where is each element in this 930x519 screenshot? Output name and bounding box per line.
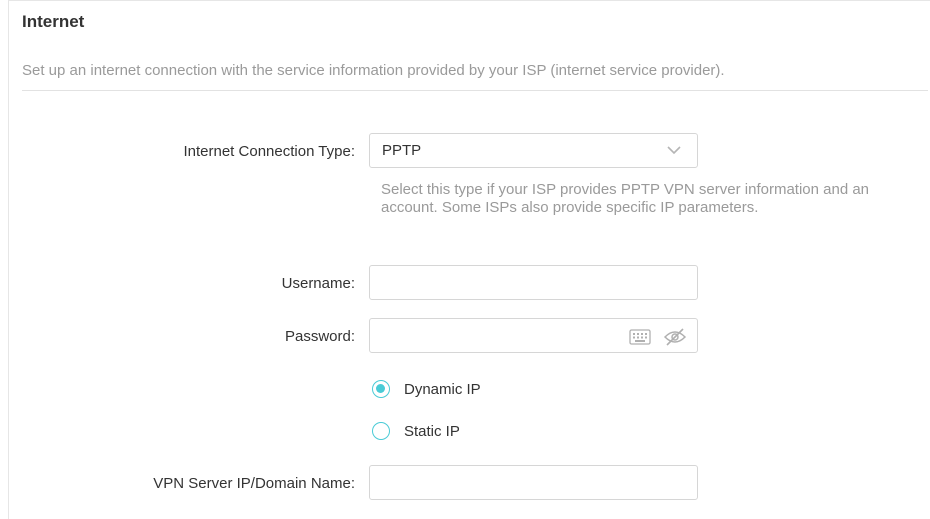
dynamic-ip-label: Dynamic IP bbox=[404, 380, 481, 398]
section-title: Internet bbox=[22, 12, 85, 31]
connection-type-label: Internet Connection Type: bbox=[183, 143, 355, 160]
dynamic-ip-radio[interactable] bbox=[372, 380, 390, 398]
chevron-down-icon bbox=[667, 146, 681, 155]
username-label: Username: bbox=[281, 275, 355, 292]
static-ip-radio[interactable] bbox=[372, 422, 390, 440]
connection-type-value: PPTP bbox=[382, 142, 422, 159]
username-input[interactable] bbox=[369, 265, 698, 300]
hide-password-icon[interactable] bbox=[663, 328, 687, 346]
static-ip-option[interactable]: Static IP bbox=[372, 422, 460, 440]
static-ip-label: Static IP bbox=[404, 422, 460, 440]
connection-type-hint: Select this type if your ISP provides PP… bbox=[381, 181, 870, 216]
password-field[interactable] bbox=[369, 318, 698, 353]
keyboard-icon[interactable] bbox=[629, 329, 651, 345]
section-description: Set up an internet connection with the s… bbox=[22, 62, 725, 79]
vpn-server-input[interactable] bbox=[369, 465, 698, 500]
password-label: Password: bbox=[284, 328, 355, 345]
vpn-server-label: VPN Server IP/Domain Name: bbox=[153, 475, 355, 492]
divider bbox=[22, 90, 928, 91]
dynamic-ip-option[interactable]: Dynamic IP bbox=[372, 380, 481, 398]
connection-type-select[interactable]: PPTP bbox=[369, 133, 698, 168]
